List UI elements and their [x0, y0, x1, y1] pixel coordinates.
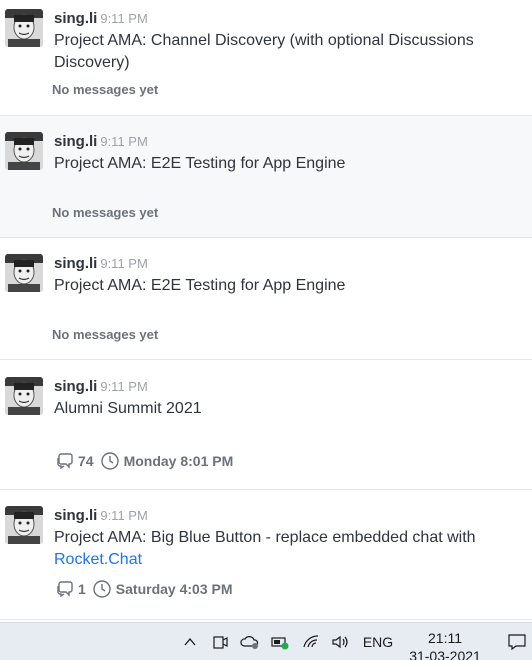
- thread-header: sing.li 9:11 PM: [54, 506, 512, 526]
- thread-content: sing.li 9:11 PM Project AMA: Big Blue But…: [54, 506, 512, 571]
- thread-message: Project AMA: E2E Testing for App Engine: [54, 277, 346, 294]
- input-language[interactable]: ENG: [358, 623, 398, 660]
- thread-item[interactable]: sing.li 9:11 PM Project AMA: Big Blue But…: [0, 490, 532, 620]
- no-messages-label: No messages yet: [52, 205, 159, 220]
- replies-icon: [54, 579, 74, 599]
- thread-message: Project AMA: Channel Discovery (with opt…: [54, 32, 474, 71]
- thread-content: sing.li 9:11 PM Project AMA: E2E Testing …: [54, 132, 512, 175]
- thread-item[interactable]: sing.li 9:11 PM Project AMA: E2E Testing …: [0, 116, 532, 238]
- chevron-up-icon[interactable]: [178, 623, 202, 660]
- timestamp: 9:11 PM: [100, 11, 148, 26]
- avatar[interactable]: [5, 377, 43, 415]
- thread-item[interactable]: sing.li 9:11 PM Alumni Summit 2021 74 Mon…: [0, 360, 532, 490]
- rocket-chat-link[interactable]: Rocket.Chat: [54, 551, 142, 568]
- volume-icon[interactable]: [328, 623, 352, 660]
- last-reply-time: Saturday 4:03 PM: [115, 581, 233, 597]
- thread-item[interactable]: sing.li 9:11 PM Project AMA: E2E Testing …: [0, 238, 532, 360]
- username[interactable]: sing.li: [54, 255, 97, 272]
- thread-content: sing.li 9:11 PM Project AMA: Channel Disc…: [54, 9, 512, 74]
- thread-content: sing.li 9:11 PM Project AMA: E2E Testing …: [54, 254, 512, 297]
- thread-meta: 74 Monday 8:01 PM: [54, 450, 233, 472]
- username[interactable]: sing.li: [54, 507, 97, 524]
- thread-item[interactable]: sing.li 9:11 PM Project AMA: Channel Disc…: [0, 0, 532, 116]
- timestamp: 9:11 PM: [100, 508, 148, 523]
- username[interactable]: sing.li: [54, 378, 97, 395]
- wifi-icon[interactable]: [300, 623, 324, 660]
- timestamp: 9:11 PM: [100, 134, 148, 149]
- battery-icon[interactable]: [268, 623, 292, 660]
- username[interactable]: sing.li: [54, 10, 97, 27]
- taskbar: ENG 21:11 31-03-2021: [0, 622, 532, 660]
- thread-header: sing.li 9:11 PM: [54, 377, 512, 397]
- username[interactable]: sing.li: [54, 133, 97, 150]
- clock-icon: [92, 579, 112, 599]
- timestamp: 9:11 PM: [100, 379, 148, 394]
- thread-content: sing.li 9:11 PM Alumni Summit 2021: [54, 377, 512, 420]
- meet-now-icon[interactable]: [208, 623, 232, 660]
- clock-icon: [100, 451, 120, 471]
- avatar[interactable]: [5, 506, 43, 544]
- avatar[interactable]: [5, 132, 43, 170]
- replies-icon: [54, 451, 74, 471]
- avatar[interactable]: [5, 9, 43, 47]
- onedrive-icon[interactable]: [238, 623, 262, 660]
- thread-message: Project AMA: E2E Testing for App Engine: [54, 155, 346, 172]
- last-reply-time: Monday 8:01 PM: [123, 453, 234, 469]
- clock-date: 31-03-2021: [409, 648, 481, 660]
- thread-header: sing.li 9:11 PM: [54, 9, 512, 29]
- thread-message: Project AMA: Big Blue Button - replace e…: [54, 527, 512, 571]
- no-messages-label: No messages yet: [52, 327, 159, 342]
- reply-count: 1: [78, 581, 86, 597]
- clock-time: 21:11: [428, 630, 462, 646]
- thread-message-text: Project AMA: Big Blue Button - replace e…: [54, 529, 476, 546]
- no-messages-label: No messages yet: [52, 82, 159, 97]
- avatar[interactable]: [5, 254, 43, 292]
- reply-count: 74: [78, 453, 94, 469]
- notifications-icon[interactable]: [504, 623, 530, 660]
- thread-header: sing.li 9:11 PM: [54, 254, 512, 274]
- thread-header: sing.li 9:11 PM: [54, 132, 512, 152]
- timestamp: 9:11 PM: [100, 256, 148, 271]
- thread-message: Alumni Summit 2021: [54, 400, 202, 417]
- thread-meta: 1 Saturday 4:03 PM: [54, 578, 233, 600]
- system-clock[interactable]: 21:11 31-03-2021: [402, 629, 488, 660]
